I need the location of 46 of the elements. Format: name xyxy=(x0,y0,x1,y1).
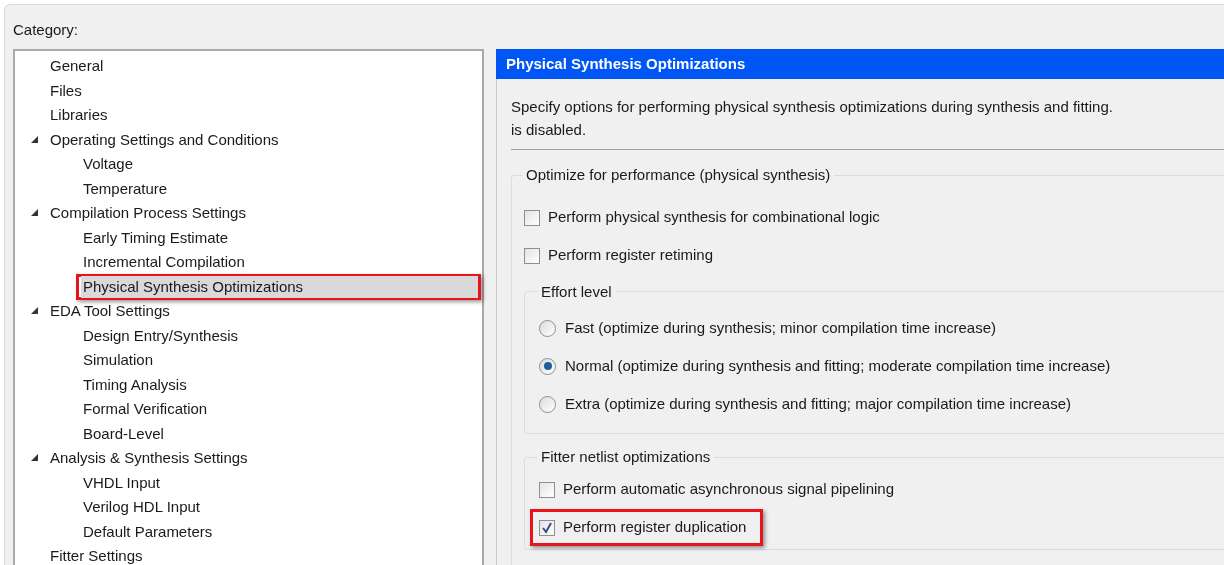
checkbox[interactable] xyxy=(524,209,540,226)
tree-item[interactable]: Temperature xyxy=(81,177,170,200)
group-title: Fitter netlist optimizations xyxy=(540,447,712,467)
checkbox[interactable] xyxy=(539,481,555,498)
tree-item[interactable]: Early Timing Estimate xyxy=(81,226,231,249)
radio-button[interactable] xyxy=(539,395,556,413)
tree-item[interactable]: Simulation xyxy=(81,349,156,372)
tree-item[interactable]: EDA Tool Settings xyxy=(48,300,172,323)
checkbox[interactable] xyxy=(539,519,555,536)
tree-item[interactable]: Physical Synthesis Optimizations xyxy=(81,275,478,298)
group-title: Optimize for performance (physical synthesis) xyxy=(525,165,832,185)
radio-label: Extra (optimize during synthesis and fitting; major compilation time increase) xyxy=(565,393,1072,414)
checkbox-label: Perform register retiming xyxy=(548,245,714,266)
tree-item[interactable]: Files xyxy=(48,79,84,102)
tree-item[interactable]: Operating Settings and Conditions xyxy=(48,128,281,151)
description-text: is disabled. xyxy=(511,120,588,140)
tree-item[interactable]: Board-Level xyxy=(81,422,166,445)
description-text: Specify options for performing physical synthesis optimizations during synthesis and fitting. xyxy=(511,97,1114,117)
tree-item[interactable]: Incremental Compilation xyxy=(81,251,247,274)
tree-item[interactable]: Verilog HDL Input xyxy=(81,496,202,519)
tree-item[interactable]: Timing Analysis xyxy=(81,373,189,396)
tree-item[interactable]: Libraries xyxy=(48,104,110,127)
checkbox-label: Perform register duplication xyxy=(563,517,747,538)
expand-arrow-icon[interactable] xyxy=(31,307,39,315)
expand-arrow-icon[interactable] xyxy=(31,454,39,462)
radio-label: Normal (optimize during synthesis and fitting; moderate compilation time increase) xyxy=(565,355,1111,376)
expand-arrow-icon[interactable] xyxy=(31,209,39,217)
tree-item[interactable]: General xyxy=(48,55,106,78)
tree-item[interactable]: Analysis & Synthesis Settings xyxy=(48,447,250,470)
radio-button[interactable] xyxy=(539,357,556,375)
tree-item[interactable]: Design Entry/Synthesis xyxy=(81,324,241,347)
checkbox-label: Perform automatic asynchronous signal pipelining xyxy=(563,479,894,500)
tree-item[interactable]: VHDL Input xyxy=(81,471,162,494)
tree-item[interactable]: Voltage xyxy=(81,153,136,176)
tree-item[interactable]: Formal Verification xyxy=(81,398,210,421)
radio-label: Fast (optimize during synthesis; minor compilation time increase) xyxy=(565,317,996,338)
expand-arrow-icon[interactable] xyxy=(31,135,39,144)
category-label: Category: xyxy=(13,20,80,40)
checkbox-label: Perform physical synthesis for combinational logic xyxy=(548,207,880,228)
panel-title: Physical Synthesis Optimizations xyxy=(496,49,1224,79)
group-title: Effort level xyxy=(540,281,613,302)
radio-button[interactable] xyxy=(539,319,556,337)
tree-item[interactable]: Default Parameters xyxy=(81,520,215,543)
tree-item[interactable]: Fitter Settings xyxy=(48,545,145,565)
tree-item[interactable]: Compilation Process Settings xyxy=(48,202,248,225)
checkbox[interactable] xyxy=(524,247,540,264)
